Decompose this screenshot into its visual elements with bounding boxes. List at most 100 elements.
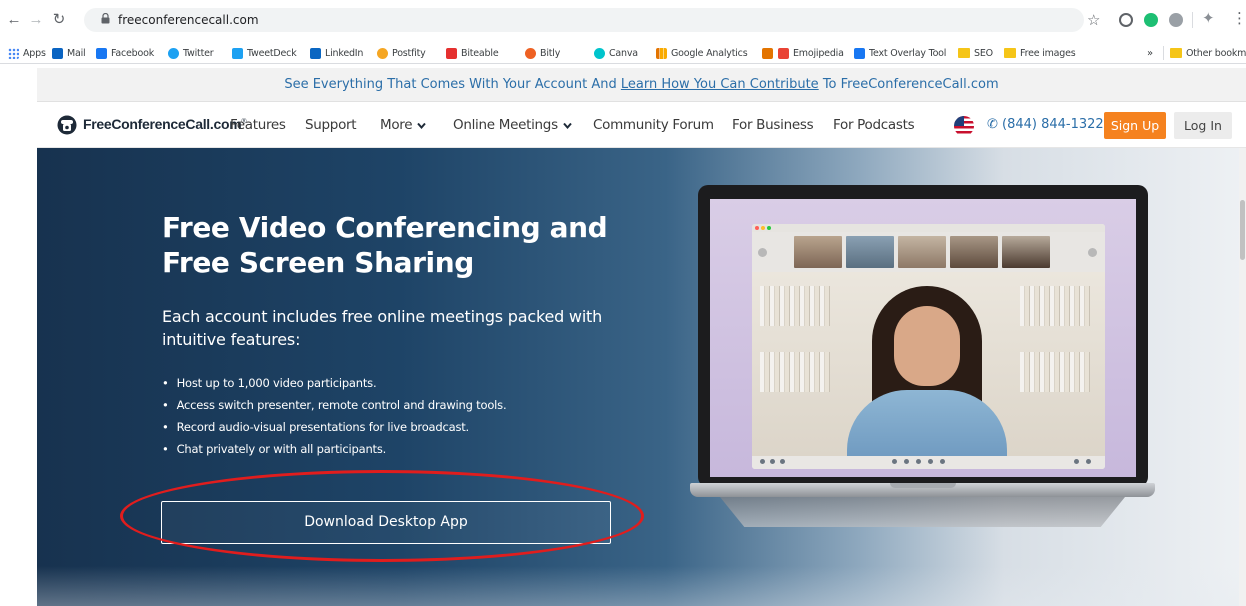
laptop-image xyxy=(690,185,1155,535)
bookmark-label: Facebook xyxy=(111,47,155,59)
feature-list: Host up to 1,000 video participants. Acc… xyxy=(162,372,622,460)
bookmark-star-icon[interactable]: ☆ xyxy=(1087,11,1100,29)
back-arrow-icon[interactable]: ← xyxy=(6,11,22,29)
apps-grid-icon xyxy=(8,47,19,59)
folder-icon xyxy=(1004,48,1016,58)
participant-thumbnail xyxy=(794,236,842,268)
bookmark-facebook[interactable]: Facebook xyxy=(96,46,154,60)
participants-icon xyxy=(916,459,921,464)
nav-online-meetings-label: Online Meetings xyxy=(453,117,558,133)
bookmark-google-analytics[interactable]: Google Analytics xyxy=(656,46,748,60)
info-icon xyxy=(1074,459,1079,464)
bookmark-label: Emojipedia xyxy=(793,47,844,59)
bookmark-bitly[interactable]: Bitly xyxy=(525,46,560,60)
participant-thumbnail xyxy=(846,236,894,268)
participant-strip xyxy=(752,232,1105,272)
phone-number[interactable]: ✆ (844) 844-1322 xyxy=(987,117,1104,132)
list-item: Record audio-visual presentations for li… xyxy=(162,416,622,438)
bookmark-emojipedia[interactable]: Emojipedia xyxy=(778,46,844,60)
window-titlebar xyxy=(752,224,1105,232)
learn-contribute-link[interactable]: Learn How You Can Contribute xyxy=(621,77,819,92)
site-header: FreeConferenceCall.com® Features Support… xyxy=(37,103,1246,148)
folder-icon xyxy=(958,48,970,58)
nav-support[interactable]: Support xyxy=(305,117,357,133)
login-button[interactable]: Log In xyxy=(1174,112,1232,139)
bookmark-mail[interactable]: Mail xyxy=(52,46,86,60)
scrollbar-thumb[interactable] xyxy=(1240,200,1245,260)
announcement-text: See Everything That Comes With Your Acco… xyxy=(284,77,621,92)
bookmark-extension[interactable] xyxy=(762,46,777,60)
maximize-dot-icon xyxy=(767,226,771,230)
strip-right-arrow-icon xyxy=(1088,248,1097,257)
bookmark-label: Free images xyxy=(1020,47,1076,59)
more-bookmarks-chevron[interactable]: » xyxy=(1147,46,1153,60)
nav-features[interactable]: Features xyxy=(230,117,286,133)
chat-icon xyxy=(928,459,933,464)
nav-for-podcasts[interactable]: For Podcasts xyxy=(833,117,915,133)
bookmark-apps[interactable]: Apps xyxy=(8,46,46,60)
announcement-text-end: To FreeConferenceCall.com xyxy=(818,77,999,92)
hero-subtitle: Each account includes free online meetin… xyxy=(162,307,603,349)
call-controls-bar xyxy=(752,456,1105,469)
profile-avatar-icon[interactable] xyxy=(1169,13,1183,27)
bookmark-label: Mail xyxy=(67,47,86,59)
bookmark-label: LinkedIn xyxy=(325,47,364,59)
list-item: Host up to 1,000 video participants. xyxy=(162,372,622,394)
laptop-keyboard xyxy=(720,497,1125,527)
reload-icon[interactable]: ↻ xyxy=(51,11,67,29)
bookmark-twitter[interactable]: Twitter xyxy=(168,46,214,60)
bookmarks-bar: Apps Mail Facebook Twitter TweetDeck Lin… xyxy=(0,42,1246,64)
hero-fade xyxy=(37,566,1246,606)
linkedin-icon xyxy=(310,47,321,59)
us-flag-icon[interactable] xyxy=(954,116,974,136)
nav-online-meetings[interactable]: Online Meetings xyxy=(453,117,572,133)
mail-icon xyxy=(52,47,63,59)
laptop-screen xyxy=(710,199,1136,477)
bookmark-seo[interactable]: SEO xyxy=(958,46,993,60)
nav-more-label: More xyxy=(380,117,413,133)
laptop-notch xyxy=(890,483,956,488)
bookmark-canva[interactable]: Canva xyxy=(594,46,638,60)
speaker-shirt xyxy=(847,390,1007,460)
red-highlight-ellipse xyxy=(120,470,644,562)
nav-community-forum[interactable]: Community Forum xyxy=(593,117,714,133)
participant-thumbnail xyxy=(898,236,946,268)
main-video-feed xyxy=(752,272,1105,460)
bookmark-biteable[interactable]: Biteable xyxy=(446,46,499,60)
minimize-dot-icon xyxy=(761,226,765,230)
bookmark-linkedin[interactable]: LinkedIn xyxy=(310,46,363,60)
chevron-down-icon xyxy=(563,122,572,129)
bookmark-free-images[interactable]: Free images xyxy=(1004,46,1076,60)
speaker-face xyxy=(894,306,960,386)
nav-more[interactable]: More xyxy=(380,117,427,133)
bookmark-other-bookmarks[interactable]: Other bookmarks xyxy=(1170,46,1246,60)
bookmark-label: Biteable xyxy=(461,47,499,59)
bookmark-text-overlay-tool[interactable]: Text Overlay Tool xyxy=(854,46,946,60)
canva-icon xyxy=(594,47,605,59)
facebook-icon xyxy=(854,47,865,59)
signup-button[interactable]: Sign Up xyxy=(1104,112,1166,139)
emojipedia-icon xyxy=(778,47,789,59)
bookshelf xyxy=(1020,352,1090,392)
twitter-icon xyxy=(168,47,179,59)
url-text[interactable]: freeconferencecall.com xyxy=(118,13,259,27)
video-call-window xyxy=(752,224,1105,469)
bookmark-postfity[interactable]: Postfity xyxy=(377,46,426,60)
phone-logo-icon[interactable] xyxy=(55,115,79,135)
nav-for-business[interactable]: For Business xyxy=(732,117,814,133)
settings-icon xyxy=(940,459,945,464)
extension-green-icon[interactable] xyxy=(1144,13,1158,27)
leave-icon xyxy=(1086,459,1091,464)
extension-circle-icon[interactable] xyxy=(1119,13,1133,27)
participant-thumbnail xyxy=(950,236,998,268)
forward-arrow-icon[interactable]: → xyxy=(28,11,44,29)
extension-badge-icon xyxy=(762,47,773,59)
bookmark-label: Bitly xyxy=(540,47,561,59)
pen-extension-icon[interactable]: ✦ xyxy=(1202,9,1215,27)
bookmark-tweetdeck[interactable]: TweetDeck xyxy=(232,46,297,60)
video-icon xyxy=(780,459,785,464)
site-logo[interactable]: FreeConferenceCall.com® xyxy=(83,116,247,132)
list-item: Access switch presenter, remote control … xyxy=(162,394,622,416)
menu-kebab-icon[interactable]: ⋮ xyxy=(1232,9,1246,27)
bookmark-label: Other bookmarks xyxy=(1186,47,1246,59)
